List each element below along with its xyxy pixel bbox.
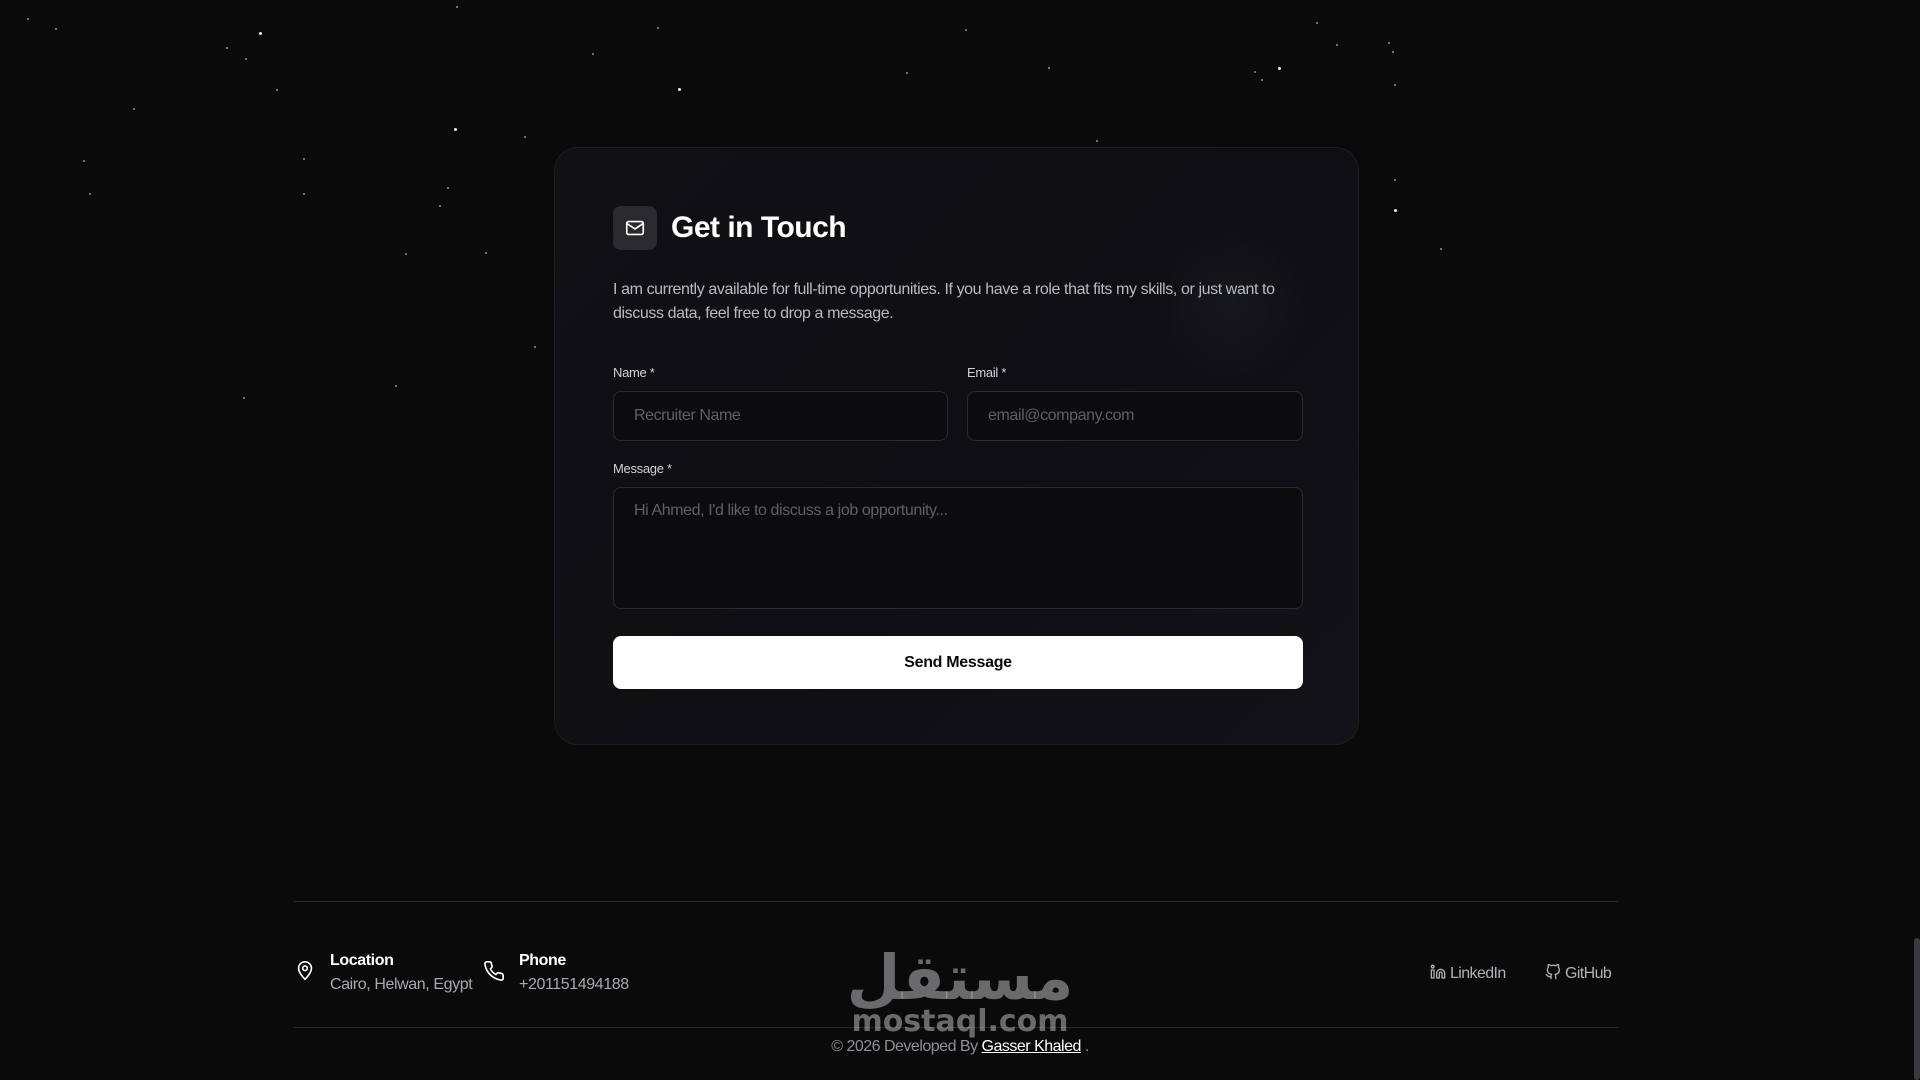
star-dot: [245, 58, 247, 60]
star-dot: [447, 187, 449, 189]
star-dot: [1278, 67, 1281, 70]
star-dot: [1392, 51, 1394, 53]
star-dot: [303, 193, 305, 195]
footer-phone: Phone +201151494188: [483, 949, 629, 997]
linkedin-icon: [1430, 964, 1446, 985]
star-dot: [1316, 22, 1318, 24]
card-title: Get in Touch: [671, 211, 847, 244]
github-label: GitHub: [1565, 965, 1612, 982]
star-dot: [1394, 84, 1396, 86]
footer-divider-bottom: [294, 1027, 1618, 1028]
message-label: Message *: [613, 461, 672, 476]
star-dot: [534, 346, 536, 348]
star-dot: [906, 72, 908, 74]
send-message-button[interactable]: Send Message: [613, 636, 1303, 689]
star-dot: [485, 252, 487, 254]
star-dot: [1096, 140, 1098, 142]
star-dot: [965, 29, 967, 31]
author-link[interactable]: Gasser Khaled: [982, 1038, 1082, 1055]
card-description: I am currently available for full-time o…: [613, 281, 1275, 322]
phone-icon: [483, 960, 505, 987]
message-textarea[interactable]: [613, 487, 1303, 609]
star-dot: [1261, 79, 1263, 81]
email-label: Email *: [967, 365, 1007, 380]
linkedin-label: LinkedIn: [1450, 965, 1506, 982]
footer-divider-top: [294, 901, 1618, 902]
location-value: Cairo, Helwan, Egypt: [330, 976, 473, 993]
star-dot: [27, 18, 29, 20]
star-dot: [55, 28, 57, 30]
star-dot: [226, 47, 228, 49]
star-dot: [678, 88, 681, 91]
phone-title: Phone: [519, 952, 566, 969]
star-dot: [524, 136, 526, 138]
star-dot: [83, 160, 85, 162]
copyright-prefix: © 2026 Developed By: [831, 1038, 978, 1055]
card-header: Get in Touch: [613, 206, 847, 250]
star-dot: [243, 397, 245, 399]
email-input[interactable]: [967, 391, 1303, 441]
star-dot: [1394, 179, 1396, 181]
star-dot: [89, 193, 91, 195]
star-dot: [133, 108, 135, 110]
star-dot: [454, 128, 457, 131]
contact-card: Get in Touch I am currently available fo…: [554, 147, 1359, 745]
location-title: Location: [330, 952, 394, 969]
star-dot: [1388, 42, 1390, 44]
name-input[interactable]: [613, 391, 948, 441]
footer-location: Location Cairo, Helwan, Egypt: [294, 949, 473, 997]
contact-page: Get in Touch I am currently available fo…: [0, 0, 1920, 1080]
star-dot: [405, 253, 407, 255]
mail-icon: [613, 206, 657, 250]
copyright: © 2026 Developed By Gasser Khaled .: [0, 1038, 1920, 1056]
copyright-suffix: .: [1084, 1038, 1089, 1055]
scrollbar-thumb[interactable]: [1914, 938, 1920, 1080]
star-dot: [456, 6, 458, 8]
star-dot: [1336, 44, 1338, 46]
linkedin-link[interactable]: LinkedIn: [1430, 963, 1506, 985]
star-dot: [592, 53, 594, 55]
star-dot: [1254, 71, 1256, 73]
name-label: Name *: [613, 365, 655, 380]
github-link[interactable]: GitHub: [1545, 963, 1612, 985]
map-pin-icon: [294, 960, 316, 987]
star-dot: [259, 32, 262, 35]
star-dot: [303, 158, 305, 160]
star-dot: [439, 205, 441, 207]
star-dot: [657, 27, 659, 29]
star-dot: [395, 385, 397, 387]
star-dot: [276, 89, 278, 91]
github-icon: [1545, 963, 1561, 985]
phone-value: +201151494188: [519, 976, 629, 993]
star-dot: [1394, 209, 1397, 212]
star-dot: [1048, 67, 1050, 69]
star-dot: [1440, 248, 1442, 250]
